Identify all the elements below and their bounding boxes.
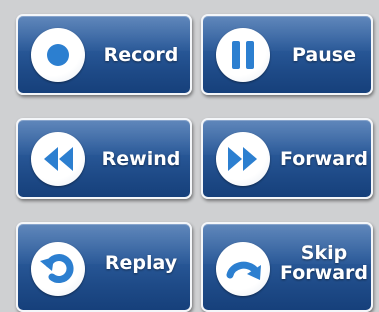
forward-button-label: Forward (280, 147, 368, 170)
record-icon (31, 28, 85, 82)
replay-button[interactable]: Replay (16, 222, 192, 312)
rewind-icon (31, 132, 85, 186)
record-button[interactable]: Record (16, 14, 192, 95)
skip-forward-button-label: Skip Forward (280, 242, 368, 284)
rewind-button-label: Rewind (101, 147, 181, 170)
replay-icon (31, 242, 85, 296)
forward-button[interactable]: Forward (201, 118, 373, 199)
forward-icon (216, 132, 270, 186)
rewind-button[interactable]: Rewind (16, 118, 192, 199)
replay-button-label: Replay (104, 252, 178, 274)
skip-forward-icon (216, 242, 270, 296)
skip-forward-button[interactable]: Skip Forward (201, 222, 373, 312)
pause-button-label: Pause (292, 43, 356, 66)
pause-icon (216, 28, 270, 82)
record-button-label: Record (103, 43, 179, 66)
pause-button[interactable]: Pause (201, 14, 373, 95)
